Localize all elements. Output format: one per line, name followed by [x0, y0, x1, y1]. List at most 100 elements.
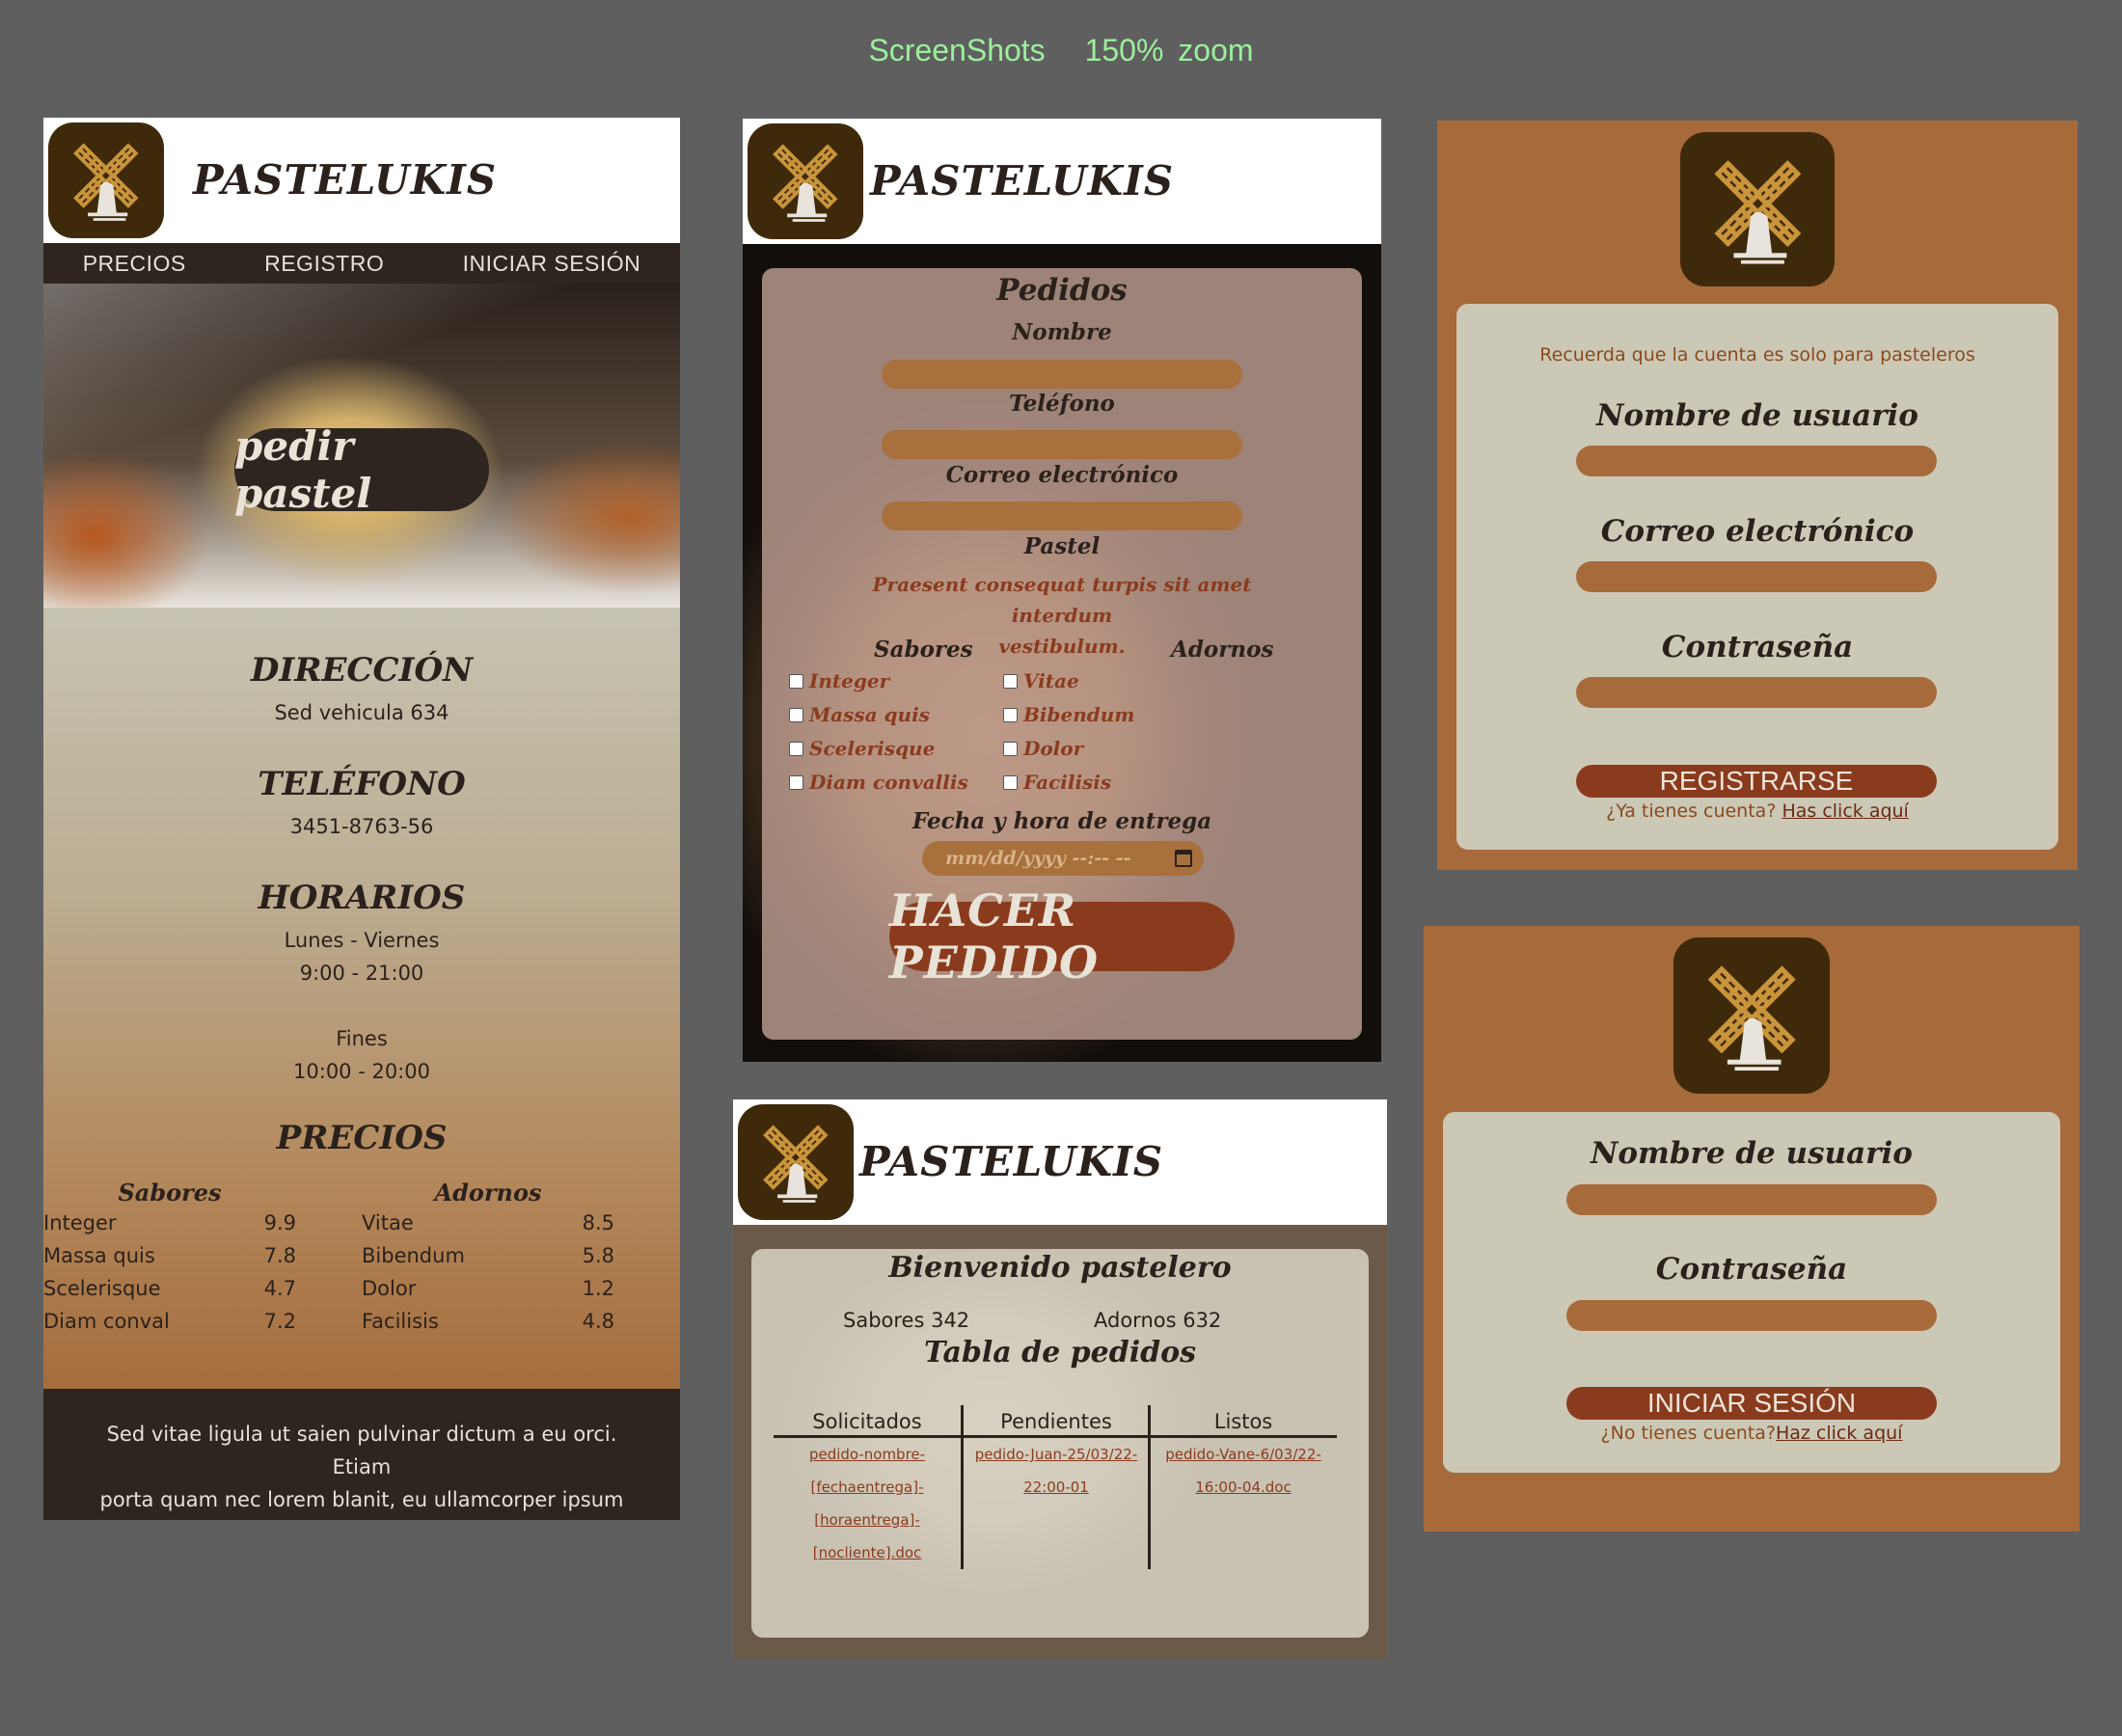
checkbox-option[interactable]: Dolor: [1003, 737, 1083, 760]
login-prompt: ¿Ya tienes cuenta? Has click aquí: [1456, 800, 2058, 822]
adornos-price-column: Adornos Vitae 8.5 Bibendum 5.8 Dolor 1.2 Facil…: [362, 1179, 614, 1338]
checkbox[interactable]: [1003, 707, 1018, 722]
price-item-name: Dolor: [362, 1277, 417, 1300]
nav-iniciar-sesion[interactable]: INICIAR SESIÓN: [463, 251, 641, 277]
windmill-glyph: [763, 1125, 829, 1204]
nav-precios[interactable]: PRECIOS: [83, 251, 186, 277]
order-file-link[interactable]: [fechaentrega]-: [774, 1471, 961, 1504]
price-item-value: 8.5: [582, 1211, 614, 1234]
horario-semana-dias: Lunes - Viernes: [284, 929, 440, 952]
price-item-name: Integer: [43, 1211, 117, 1234]
order-form-title: Pedidos: [996, 273, 1128, 308]
checkbox[interactable]: [1003, 673, 1018, 689]
info-section: DIRECCIÓN Sed vehicula 634 TELÉFONO 3451…: [43, 608, 680, 1389]
windmill-glyph: [773, 144, 838, 223]
caption-zoom: 150% zoom: [1084, 33, 1254, 68]
order-form: Pedidos Nombre Teléfono Correo electróni…: [762, 268, 1362, 1040]
username-label: Nombre de usuario: [1591, 1136, 1913, 1171]
password-label: Contraseña: [1655, 1252, 1848, 1287]
login-link[interactable]: Has click aquí: [1782, 800, 1908, 822]
checkbox-option[interactable]: Bibendum: [1003, 703, 1134, 726]
delivery-datetime-placeholder: mm/dd/yyyy --:-- --: [945, 848, 1131, 869]
sabores-title: Sabores: [874, 637, 973, 663]
username-label: Nombre de usuario: [1596, 398, 1918, 433]
checkbox-label: Vitae: [1023, 669, 1079, 692]
order-file-link[interactable]: [horaentrega]-: [774, 1504, 961, 1536]
checkbox[interactable]: [1003, 774, 1018, 790]
sabores-title: Sabores: [118, 1179, 222, 1207]
footer: Sed vitae ligula ut saien pulvinar dictu…: [43, 1389, 680, 1520]
order-file-link[interactable]: [nocliente].doc: [774, 1536, 961, 1569]
login-button[interactable]: INICIAR SESIÓN: [1566, 1387, 1937, 1420]
solicitados-column: Solicitados pedido-nombre- [fechaentrega]…: [774, 1405, 961, 1569]
checkbox[interactable]: [789, 741, 803, 756]
footer-text-line-2: porta quam nec lorem blanit, eu ullamcor…: [99, 1488, 624, 1511]
order-file-link[interactable]: pedido-Juan-25/03/22-: [963, 1438, 1150, 1471]
order-file-link[interactable]: pedido-Vane-6/03/22-: [1150, 1438, 1337, 1471]
email-input[interactable]: [1576, 561, 1937, 592]
welcome-title: Bienvenido pastelero: [888, 1251, 1232, 1285]
adornos-title: Adornos: [434, 1179, 542, 1207]
nav-bar: PRECIOS REGISTRO INICIAR SESIÓN: [43, 243, 680, 284]
home-screen: PASTELUKIS PRECIOS REGISTRO INICIAR SESI…: [43, 118, 680, 1520]
username-input[interactable]: [1576, 446, 1937, 476]
checkbox-option[interactable]: Massa quis: [789, 703, 930, 726]
calendar-icon[interactable]: [1175, 850, 1192, 867]
caption-title: ScreenShots: [868, 33, 1046, 68]
windmill-icon[interactable]: [738, 1104, 854, 1220]
windmill-icon[interactable]: [1680, 132, 1835, 286]
correo-input[interactable]: [882, 502, 1242, 530]
delivery-datetime-input[interactable]: mm/dd/yyyy --:-- --: [922, 841, 1204, 876]
windmill-icon[interactable]: [748, 123, 863, 239]
checkbox[interactable]: [789, 707, 803, 722]
horarios-title: HORARIOS: [258, 879, 466, 917]
checkbox-option[interactable]: Scelerisque: [789, 737, 935, 760]
login-prompt-text: ¿Ya tienes cuenta?: [1606, 800, 1777, 822]
place-order-button[interactable]: HACER PEDIDO: [889, 884, 1235, 989]
register-form: Recuerda que la cuenta es solo para past…: [1456, 304, 2058, 850]
price-row: Scelerisque 4.7: [43, 1272, 296, 1305]
nombre-input[interactable]: [882, 360, 1242, 389]
direccion-title: DIRECCIÓN: [250, 651, 474, 690]
checkbox-label: Dolor: [1023, 737, 1084, 760]
price-item-name: Bibendum: [362, 1244, 465, 1267]
checkbox-option[interactable]: Vitae: [1003, 669, 1079, 692]
checkbox[interactable]: [1003, 741, 1018, 756]
register-prompt-text: ¿No tienes cuenta?: [1600, 1423, 1776, 1444]
checkbox-label: Diam convallis: [809, 771, 968, 794]
sabores-price-column: Sabores Integer 9.9 Massa quis 7.8 Scelerisq…: [43, 1179, 296, 1338]
listos-header: Listos: [1150, 1405, 1337, 1438]
orders-table-title: Tabla de pedidos: [924, 1336, 1196, 1370]
checkbox[interactable]: [789, 774, 803, 790]
windmill-icon[interactable]: [1673, 937, 1830, 1094]
price-row: Bibendum 5.8: [362, 1239, 614, 1272]
header: PASTELUKIS: [43, 118, 680, 243]
sabores-count: Sabores 342: [843, 1309, 970, 1332]
telefono-title: TELÉFONO: [258, 765, 466, 803]
price-row: Vitae 8.5: [362, 1207, 614, 1239]
telefono-input[interactable]: [882, 430, 1242, 459]
horario-fines-horas: 10:00 - 20:00: [293, 1060, 430, 1083]
register-link[interactable]: Haz click aquí: [1776, 1423, 1902, 1444]
checkbox[interactable]: [789, 673, 803, 689]
windmill-icon[interactable]: [48, 122, 164, 238]
password-input[interactable]: [1566, 1300, 1937, 1331]
checkbox-option[interactable]: Diam convallis: [789, 771, 968, 794]
order-file-link[interactable]: pedido-nombre-: [774, 1438, 961, 1471]
footer-text-line-1: Sed vitae ligula ut saien pulvinar dictu…: [106, 1423, 617, 1478]
username-input[interactable]: [1566, 1184, 1937, 1215]
order-cake-button[interactable]: pedir pastel: [234, 422, 489, 517]
order-file-link[interactable]: 22:00-01: [963, 1471, 1150, 1504]
checkbox-option[interactable]: Facilisis: [1003, 771, 1111, 794]
hero-image: pedir pastel: [43, 284, 680, 608]
password-input[interactable]: [1576, 677, 1937, 708]
register-button[interactable]: REGISTRARSE: [1576, 765, 1937, 798]
nav-registro[interactable]: REGISTRO: [264, 251, 384, 277]
order-file-link[interactable]: 16:00-04.doc: [1150, 1471, 1337, 1504]
solicitados-header: Solicitados: [774, 1405, 961, 1438]
price-row: Integer 9.9: [43, 1207, 296, 1239]
brand-name: PASTELUKIS: [193, 156, 498, 203]
price-item-name: Diam conval: [43, 1310, 170, 1333]
price-item-value: 7.8: [263, 1244, 296, 1267]
checkbox-option[interactable]: Integer: [789, 669, 889, 692]
